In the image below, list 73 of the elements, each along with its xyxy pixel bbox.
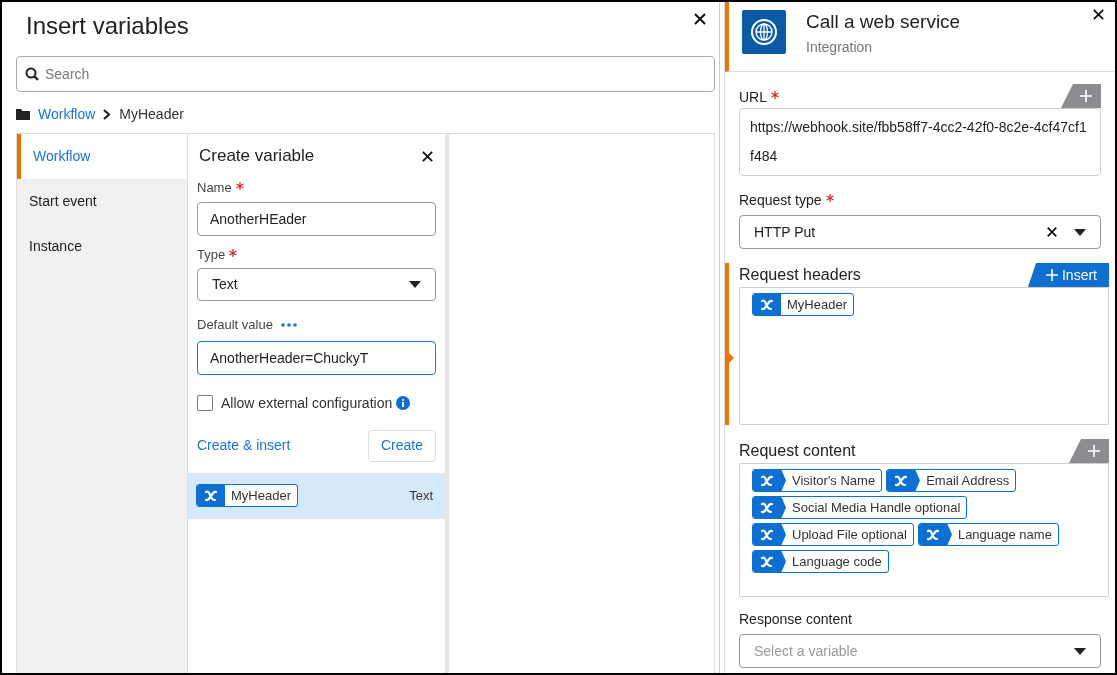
- variable-token[interactable]: Upload File optional: [752, 523, 914, 546]
- chevron-icon: [946, 524, 952, 545]
- caret-icon: [409, 281, 421, 288]
- type-select[interactable]: Text: [197, 268, 436, 301]
- variable-icon: [925, 528, 940, 541]
- search-icon: [25, 67, 39, 81]
- create-insert-link[interactable]: Create & insert: [197, 435, 291, 456]
- folder-icon: [16, 108, 30, 120]
- variable-icon: [760, 501, 774, 514]
- token-field[interactable]: Visitor's Name Email Address Social Media Handle optional Upload File optional Language name Language code: [739, 463, 1109, 597]
- field-label: Type: [197, 244, 436, 264]
- search-field[interactable]: Search: [16, 56, 715, 92]
- field-label: Default value: [197, 316, 273, 334]
- field-label: Request content: [739, 441, 856, 461]
- variable-token[interactable]: Visitor's Name: [752, 469, 883, 492]
- chevron-icon: [103, 108, 112, 120]
- add-button[interactable]: [1061, 84, 1101, 108]
- close-icon[interactable]: [421, 149, 434, 163]
- field-label: Request type: [739, 190, 1101, 211]
- info-icon[interactable]: [396, 396, 411, 410]
- variable-token[interactable]: Language code: [752, 550, 889, 573]
- field-label: Request headers: [739, 265, 861, 285]
- default-value-field[interactable]: AnotherHeader=ChuckyT: [197, 340, 436, 375]
- variable-type: Text: [409, 486, 433, 505]
- variable-icon: [760, 298, 774, 311]
- request-type-select[interactable]: HTTP Put: [739, 215, 1101, 249]
- variable-token[interactable]: MyHeader: [196, 484, 298, 507]
- sidebar-tab[interactable]: Start event: [17, 179, 187, 224]
- chevron-icon: [781, 470, 786, 491]
- variable-icon: [760, 474, 774, 487]
- chevron-icon: [781, 497, 786, 518]
- field-label: Name: [197, 178, 436, 198]
- variable-icon: [204, 489, 218, 502]
- variable-row[interactable]: MyHeader Text: [188, 472, 445, 519]
- close-icon[interactable]: [693, 12, 707, 26]
- checkbox-label: Allow external configuration: [221, 393, 393, 413]
- variable-icon: [760, 528, 774, 541]
- create-variable-title: Create variable: [199, 145, 315, 168]
- name-field[interactable]: AnotherHEader: [197, 201, 436, 236]
- sidebar-tab[interactable]: Instance: [17, 224, 187, 269]
- variable-token[interactable]: Language name: [917, 523, 1059, 546]
- close-icon[interactable]: [1046, 226, 1058, 238]
- variable-icon: [760, 555, 774, 568]
- checkbox[interactable]: [197, 395, 213, 411]
- more-icon[interactable]: [280, 322, 297, 327]
- add-button[interactable]: [1069, 439, 1109, 463]
- variable-token[interactable]: Email Address: [886, 469, 1017, 492]
- pointer-icon: [729, 353, 734, 363]
- service-subtitle: Integration: [806, 37, 874, 57]
- variable-token[interactable]: Social Media Handle optional: [752, 496, 968, 519]
- caret-icon: [1074, 647, 1086, 655]
- panel-title: Insert variables: [25, 11, 189, 41]
- chevron-icon: [781, 524, 786, 545]
- chevron-icon: [915, 470, 921, 491]
- field-label: URL: [739, 87, 779, 108]
- token-field[interactable]: MyHeader: [739, 287, 1109, 425]
- breadcrumb-current: MyHeader: [119, 104, 184, 124]
- plus-icon: [1046, 269, 1058, 281]
- chevron-icon: [781, 551, 786, 572]
- url-field[interactable]: https://webhook.site/fbb58ff7-4cc2-42f0-8c2e-4cf47cf1f484: [739, 108, 1101, 176]
- service-title: Call a web service: [806, 10, 962, 34]
- caret-icon: [1074, 228, 1086, 236]
- variable-token[interactable]: MyHeader: [752, 293, 854, 316]
- close-icon[interactable]: [1092, 8, 1105, 21]
- field-label: Response content: [739, 610, 853, 629]
- sidebar-tab[interactable]: Workflow: [17, 134, 187, 179]
- globe-icon: [749, 17, 779, 47]
- plus-icon: [1088, 445, 1100, 457]
- insert-button[interactable]: Insert: [1028, 263, 1109, 287]
- breadcrumb-link[interactable]: Workflow: [38, 103, 96, 125]
- variable-icon: [894, 474, 909, 487]
- create-button[interactable]: Create: [367, 429, 436, 462]
- plus-icon: [1080, 90, 1092, 102]
